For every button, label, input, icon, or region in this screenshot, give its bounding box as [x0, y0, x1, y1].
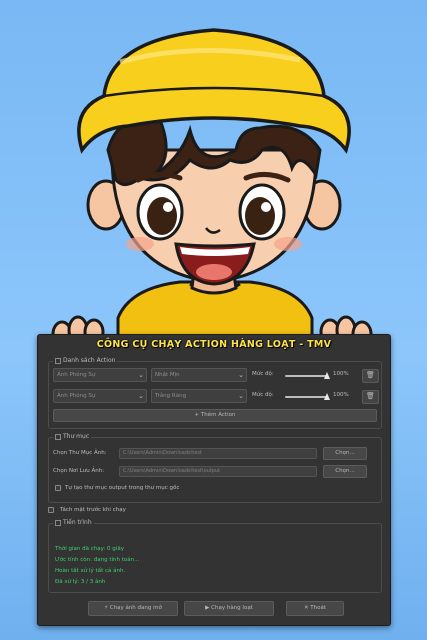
output-folder-field[interactable]: C:\Users\Admin\Downloads\test\output: [119, 466, 317, 477]
chevron-down-icon: ⌄: [138, 371, 144, 379]
completion-text: Hoàn tất xử lý tất cả ảnh.: [55, 568, 126, 574]
action-set-value-2: Ảnh Phóng Sự: [57, 393, 96, 399]
separate-faces-checkbox[interactable]: [48, 507, 54, 513]
exit-button[interactable]: ✕ Thoát: [286, 601, 344, 616]
chevron-down-icon: ⌄: [138, 392, 144, 400]
progress-group-label-text: Tiến trình: [63, 519, 92, 526]
action-list-group: Danh sách Action Ảnh Phóng Sự ⌄ Nhật Mịn…: [48, 357, 382, 429]
action-select-2[interactable]: Trắng Răng ⌄: [151, 389, 247, 403]
action-value-1: Nhật Mịn: [155, 372, 180, 378]
run-batch-button[interactable]: ▶ Chạy hàng loạt: [184, 601, 274, 616]
level-slider-1[interactable]: [285, 372, 330, 379]
action-list-label: Danh sách Action: [53, 357, 118, 364]
action-set-value-1: Ảnh Phóng Sự: [57, 372, 96, 378]
elapsed-time-text: Thời gian đã chạy: 0 giây: [55, 546, 124, 552]
action-set-select-2[interactable]: Ảnh Phóng Sự ⌄: [53, 389, 147, 403]
remaining-time-text: Ước tính còn: đang tính toán...: [55, 557, 140, 563]
auto-output-checkbox[interactable]: [55, 485, 61, 491]
list-icon: [55, 357, 61, 364]
folder-group-label: Thư mục: [53, 433, 92, 440]
processed-count-text: Đã xử lý: 3 / 3 ảnh: [55, 579, 106, 585]
action-set-select-1[interactable]: Ảnh Phóng Sự ⌄: [53, 368, 147, 382]
progress-group-label: Tiến trình: [53, 519, 94, 526]
delete-action-button-1[interactable]: 🗑: [362, 369, 379, 383]
folder-group: Thư mục Chọn Thư Mục Ảnh: C:\Users\Admin…: [48, 433, 382, 503]
run-batch-label: Chạy hàng loạt: [211, 605, 253, 611]
slider-handle[interactable]: [324, 393, 330, 400]
level-value-1: 100%: [333, 371, 349, 377]
input-folder-label: Chọn Thư Mục Ảnh:: [53, 450, 107, 456]
progress-icon: [55, 519, 61, 526]
auto-output-label: Tự tạo thư mục output trong thư mục gốc: [65, 485, 180, 491]
trash-icon: 🗑: [366, 371, 375, 379]
folder-icon: [55, 433, 61, 440]
browse-output-button[interactable]: Chọn...: [323, 465, 367, 478]
run-current-button[interactable]: ⚡ Chạy ảnh đang mở: [88, 601, 178, 616]
delete-action-button-2[interactable]: 🗑: [362, 390, 379, 404]
browse-input-button[interactable]: Chọn...: [323, 447, 367, 460]
input-folder-field[interactable]: C:\Users\Admin\Downloads\test: [119, 448, 317, 459]
output-folder-label: Chọn Nơi Lưu Ảnh:: [53, 468, 105, 474]
action-value-2: Trắng Răng: [155, 393, 187, 399]
window-title: CÔNG CỤ CHẠY ACTION HÀNG LOẠT - TMV: [96, 339, 332, 350]
trash-icon: 🗑: [366, 392, 375, 400]
chevron-down-icon: ⌄: [238, 392, 244, 400]
level-label-2: Mức độ:: [252, 392, 274, 398]
level-slider-2[interactable]: [285, 393, 330, 400]
separate-faces-label: Tách mặt trước khi chạy: [60, 507, 126, 513]
run-current-label: Chạy ảnh đang mở: [109, 605, 162, 611]
add-action-button[interactable]: + Thêm Action: [53, 409, 377, 422]
slider-handle[interactable]: [324, 372, 330, 379]
folder-group-label-text: Thư mục: [63, 433, 90, 440]
action-select-1[interactable]: Nhật Mịn ⌄: [151, 368, 247, 382]
progress-group: Tiến trình Thời gian đã chạy: 0 giây Ước…: [48, 519, 382, 593]
level-label-1: Mức độ:: [252, 371, 274, 377]
app-window: CÔNG CỤ CHẠY ACTION HÀNG LOẠT - TMV Danh…: [37, 334, 391, 626]
exit-label: Thoát: [310, 605, 327, 611]
action-list-label-text: Danh sách Action: [63, 357, 116, 364]
level-value-2: 100%: [333, 392, 349, 398]
chevron-down-icon: ⌄: [238, 371, 244, 379]
